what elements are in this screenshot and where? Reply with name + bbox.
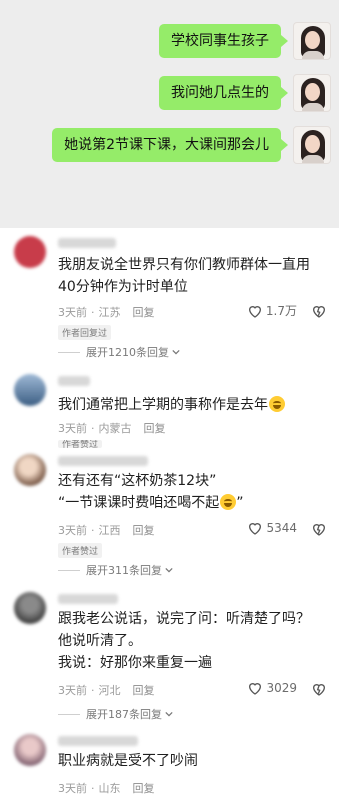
comment-time: 3天前 <box>58 524 87 537</box>
comment-text: 我说：好那你来重复一遍 <box>58 655 212 671</box>
chat-bubble: 学校同事生孩子 <box>159 24 288 58</box>
heart-icon <box>248 305 261 318</box>
comment-text: 他说听清了。 <box>58 633 142 649</box>
chevron-down-icon <box>165 711 173 717</box>
expand-label: 展开311条回复 <box>86 564 162 577</box>
username-blurred[interactable] <box>58 736 138 746</box>
dislike-icon[interactable] <box>311 521 327 537</box>
comment-meta: 3天前 · 江西 回复 <box>58 524 155 537</box>
comment-text: 我朋友说全世界只有你们教师群体一直用40分钟作为计时单位 <box>58 257 310 295</box>
like-button[interactable]: 3029 <box>247 680 297 696</box>
comment-time: 3天前 <box>58 306 87 319</box>
author-tag: 作者赞过 <box>58 543 103 558</box>
comment-text: “一节课课时费咱还喝不起” <box>58 494 244 511</box>
reply-button[interactable]: 回复 <box>133 684 155 697</box>
laughing-emoji-icon <box>220 494 237 510</box>
avatar[interactable] <box>14 374 46 406</box>
reply-button[interactable]: 回复 <box>144 422 166 435</box>
reply-button[interactable]: 回复 <box>133 524 155 537</box>
expand-replies-button[interactable]: 展开187条回复 <box>58 706 173 722</box>
comment-time: 3天前 <box>58 422 87 435</box>
comment-text: 跟我老公说话，说完了问：听清楚了吗？ <box>58 611 310 627</box>
avatar[interactable] <box>14 592 46 624</box>
comment-location: 内蒙古 <box>98 422 132 435</box>
chat-screenshot: 学校同事生孩子 我问她几点生的 她说第2节课下课，大课间那会儿 <box>0 0 339 228</box>
laughing-emoji-icon <box>269 396 285 412</box>
expand-replies-button[interactable]: 展开311条回复 <box>58 562 173 578</box>
heart-icon <box>249 523 262 535</box>
reply-button[interactable]: 回复 <box>133 306 155 319</box>
username-blurred[interactable] <box>58 456 148 466</box>
chat-message-row: 她说第2节课下课，大课间那会儿 <box>52 126 331 164</box>
comment-text: 我们通常把上学期的事称作是去年 <box>58 394 327 416</box>
comment-text: 职业病就是受不了吵闹 <box>58 753 198 769</box>
like-button[interactable]: 5344 <box>247 520 297 536</box>
author-tag: 作者回复过 <box>58 325 112 340</box>
comment-meta: 3天前 · 河北 回复 <box>58 684 155 697</box>
comment-time: 3天前 <box>58 684 87 697</box>
comment-location: 江西 <box>98 524 121 537</box>
username-blurred[interactable] <box>58 594 118 604</box>
avatar[interactable] <box>14 734 46 766</box>
comment-meta: 3天前 · 江苏 回复 <box>58 306 155 319</box>
comment-location: 河北 <box>98 684 121 697</box>
username-blurred[interactable] <box>58 376 90 386</box>
chat-bubble: 我问她几点生的 <box>159 76 288 110</box>
like-count: 5344 <box>266 521 297 535</box>
comment-meta: 3天前 · 内蒙古 回复 <box>58 422 166 435</box>
dislike-icon[interactable] <box>311 681 327 697</box>
like-count: 1.7万 <box>265 304 297 318</box>
chat-message-row: 我问她几点生的 <box>159 74 331 112</box>
like-count: 3029 <box>266 681 297 695</box>
chat-message-row: 学校同事生孩子 <box>159 22 331 60</box>
comment-meta: 3天前 · 山东 回复 <box>58 782 155 795</box>
expand-label: 展开1210条回复 <box>86 346 169 359</box>
reply-button[interactable]: 回复 <box>133 782 155 795</box>
chevron-down-icon <box>172 349 180 355</box>
avatar[interactable] <box>14 236 46 268</box>
avatar[interactable] <box>14 454 46 486</box>
expand-label: 展开187条回复 <box>86 708 162 721</box>
avatar <box>293 126 331 164</box>
comment-location: 江苏 <box>98 306 121 319</box>
username-blurred[interactable] <box>58 238 116 248</box>
expand-replies-button[interactable]: 展开1210条回复 <box>58 344 180 360</box>
chevron-down-icon <box>165 567 173 573</box>
chat-bubble: 她说第2节课下课，大课间那会儿 <box>52 128 288 162</box>
dislike-icon[interactable] <box>311 303 327 319</box>
heart-icon <box>249 683 262 695</box>
comment-location: 山东 <box>98 782 121 795</box>
comment-time: 3天前 <box>58 782 87 795</box>
avatar <box>293 22 331 60</box>
comment-text: 还有还有“这杯奶茶12块” <box>58 473 217 489</box>
author-tag: 作者赞过 <box>58 440 103 448</box>
avatar <box>293 74 331 112</box>
like-button[interactable]: 1.7万 <box>247 302 297 319</box>
